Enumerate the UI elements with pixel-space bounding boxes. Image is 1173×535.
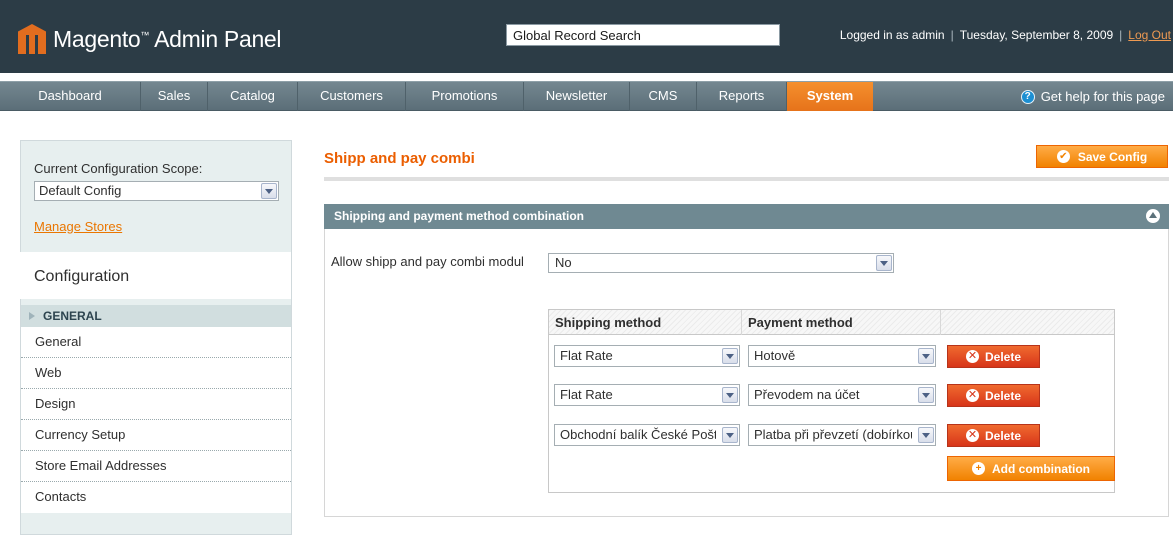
col-payment-method: Payment method — [742, 310, 941, 335]
title-divider — [324, 177, 1169, 181]
collapse-icon[interactable] — [1146, 209, 1160, 223]
payment-method-select[interactable]: Převodem na účet — [748, 384, 936, 406]
payment-method-select[interactable]: Platba při převzetí (dobírkou) — [748, 424, 936, 446]
delete-button[interactable]: ✕ Delete — [947, 384, 1040, 407]
nav-promotions[interactable]: Promotions — [406, 82, 524, 111]
nav-customers[interactable]: Customers — [298, 82, 406, 111]
add-combination-button[interactable]: + Add combination — [947, 456, 1115, 481]
nav-sales[interactable]: Sales — [141, 82, 208, 111]
allow-combi-select[interactable]: No — [548, 253, 894, 273]
sidebar-item-general[interactable]: General — [21, 327, 291, 358]
nav-reports[interactable]: Reports — [697, 82, 787, 111]
global-record-search-input[interactable]: Global Record Search — [506, 24, 780, 46]
admin-header: Magento™ Admin Panel Global Record Search… — [0, 0, 1173, 73]
help-icon: ? — [1020, 89, 1035, 104]
sidebar-item-contacts[interactable]: Contacts — [21, 482, 291, 513]
page-title: Shipp and pay combi — [324, 150, 475, 167]
manage-stores-link[interactable]: Manage Stores — [34, 219, 122, 234]
magento-logo[interactable]: Magento™ Admin Panel — [18, 24, 282, 54]
delete-icon: ✕ — [965, 389, 979, 402]
nav-cms[interactable]: CMS — [630, 82, 697, 111]
sidebar-item-currency-setup[interactable]: Currency Setup — [21, 420, 291, 451]
logged-in-text: Logged in as admin — [839, 28, 945, 42]
group-general[interactable]: GENERAL — [21, 305, 291, 327]
chevron-down-icon[interactable] — [918, 427, 934, 443]
help-text: Get help for this page — [1040, 88, 1165, 104]
col-shipping-method: Shipping method — [549, 310, 742, 335]
sidebar-item-design[interactable]: Design — [21, 389, 291, 420]
chevron-down-icon[interactable] — [918, 387, 934, 403]
chevron-down-icon[interactable] — [722, 427, 738, 443]
combination-grid: Shipping method Payment method Flat Rate… — [548, 309, 1115, 493]
chevron-down-icon[interactable] — [261, 183, 277, 199]
shipping-method-select[interactable]: Flat Rate — [554, 384, 740, 406]
allow-combi-value: No — [555, 255, 572, 270]
chevron-down-icon[interactable] — [876, 255, 892, 271]
delete-button[interactable]: ✕ Delete — [947, 424, 1040, 447]
config-sidebar: Current Configuration Scope: Default Con… — [20, 140, 292, 535]
configuration-heading: Configuration — [20, 252, 292, 299]
scope-select-value: Default Config — [39, 183, 122, 198]
grid-header: Shipping method Payment method — [549, 310, 1114, 335]
delete-icon: ✕ — [965, 429, 979, 442]
payment-method-select[interactable]: Hotově — [748, 345, 936, 367]
main-navigation: Dashboard Sales Catalog Customers Promot… — [0, 81, 1173, 111]
allow-field-label: Allow shipp and pay combi modul — [331, 254, 524, 269]
plus-icon: + — [972, 462, 985, 475]
add-combination-label: Add combination — [992, 461, 1090, 476]
logout-link[interactable]: Log Out — [1128, 28, 1171, 42]
delete-button[interactable]: ✕ Delete — [947, 345, 1040, 368]
chevron-down-icon[interactable] — [918, 348, 934, 364]
scope-select[interactable]: Default Config — [34, 181, 279, 201]
current-date: Tuesday, September 8, 2009 — [959, 28, 1114, 42]
chevron-down-icon[interactable] — [722, 348, 738, 364]
chevron-down-icon[interactable] — [722, 387, 738, 403]
help-link[interactable]: ? Get help for this page — [1020, 82, 1165, 111]
shipping-method-select[interactable]: Flat Rate — [554, 345, 740, 367]
nav-catalog[interactable]: Catalog — [208, 82, 298, 111]
shipping-method-select[interactable]: Obchodní balík České Pošty — [554, 424, 740, 446]
save-config-label: Save Config — [1077, 149, 1148, 164]
check-icon: ✔ — [1056, 150, 1070, 163]
magento-logo-icon — [18, 24, 46, 54]
sidebar-item-store-email-addresses[interactable]: Store Email Addresses — [21, 451, 291, 482]
section-header[interactable]: Shipping and payment method combination — [324, 204, 1169, 229]
user-info: Logged in as admin | Tuesday, September 8,… — [839, 28, 1171, 42]
delete-icon: ✕ — [965, 350, 979, 363]
save-config-button[interactable]: ✔ Save Config — [1036, 145, 1168, 168]
nav-newsletter[interactable]: Newsletter — [524, 82, 630, 111]
section-title: Shipping and payment method combination — [334, 209, 585, 223]
logo-text: Magento™ Admin Panel — [53, 25, 282, 52]
nav-system[interactable]: System — [787, 82, 873, 111]
sidebar-item-web[interactable]: Web — [21, 358, 291, 389]
nav-dashboard[interactable]: Dashboard — [0, 82, 141, 111]
scope-label: Current Configuration Scope: — [34, 161, 203, 176]
shipping-payment-section: Shipping and payment method combination … — [324, 204, 1169, 517]
